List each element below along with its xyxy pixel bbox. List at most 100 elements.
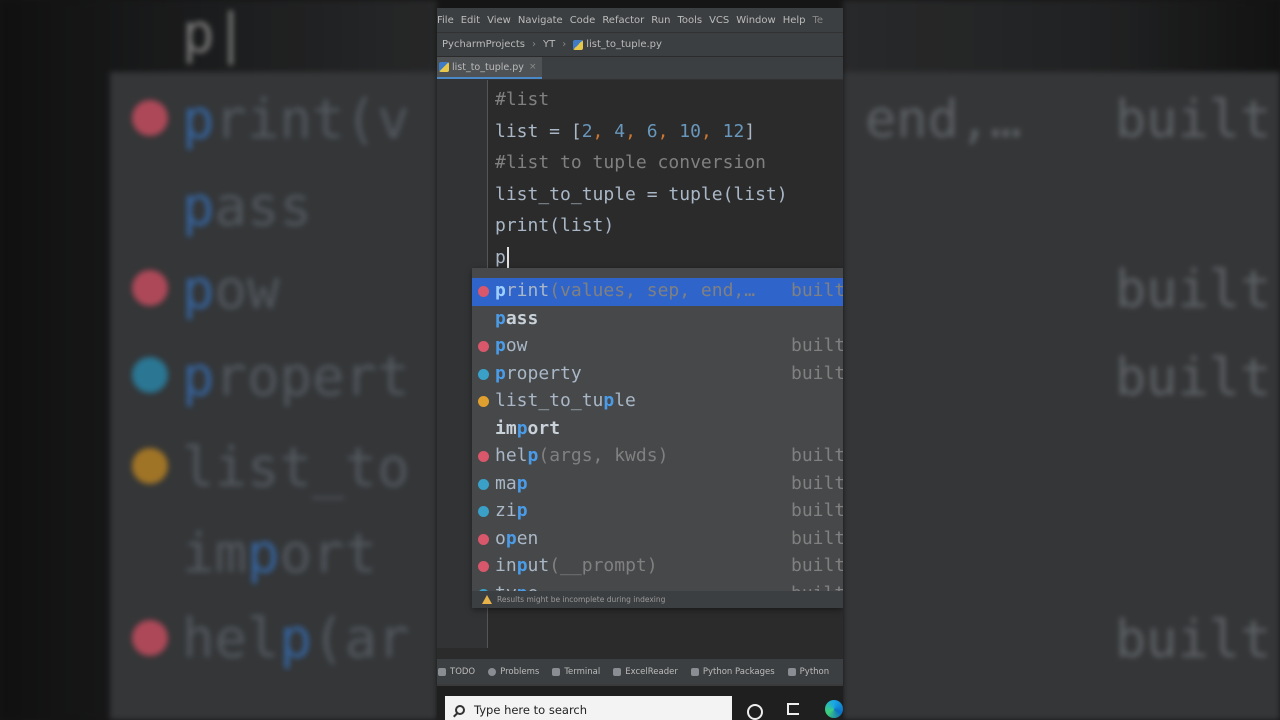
completion-item-label: open [495,527,539,549]
method-icon [478,286,489,297]
menu-navigate[interactable]: Navigate [518,15,563,26]
completion-item-type: built [791,445,843,466]
python-file-icon [573,39,584,50]
tool-window-bar: TODO Problems Terminal ExcelReader Pytho… [437,658,843,685]
bg-dot-icon [132,100,168,136]
edge-browser-icon[interactable] [825,700,843,718]
bg-text: pass [182,175,313,238]
bg-text: built [1115,90,1272,150]
bg-text: built [1115,260,1272,320]
completion-item-label: property [495,362,582,384]
bg-text: built [1115,348,1272,408]
completion-item[interactable]: list_to_tuple [472,388,843,416]
completion-item-type: built [791,335,843,356]
toolwindow-terminal[interactable]: Terminal [552,667,600,677]
bg-text: built [1115,610,1272,670]
method-icon [478,341,489,352]
completion-item[interactable]: open built [472,526,843,554]
completion-item[interactable]: print(values, sep, end,… built [472,278,843,306]
toolwindow-problems[interactable]: Problems [488,667,539,677]
terminal-icon [552,668,561,676]
list-icon [438,668,446,676]
class-icon [478,368,489,380]
breadcrumb-folder[interactable]: YT [543,39,555,50]
toolwindow-python-console[interactable]: Python [787,667,829,677]
completion-item-type: built [791,362,843,384]
task-view-icon[interactable] [787,703,799,715]
chevron-right-icon: › [562,39,567,50]
completion-item-label: zip [495,500,528,521]
variable-icon [478,396,489,407]
tab-list-to-tuple[interactable]: list_to_tuple.py × [437,57,543,79]
class-icon [478,506,489,517]
completion-item[interactable]: pass [472,306,843,334]
blurred-right-panel: end,… built built built built [843,0,1280,720]
cortana-icon[interactable] [747,704,763,720]
breadcrumb-file[interactable]: list_to_tuple.py [586,39,662,50]
completion-item-label: pass [495,307,539,329]
completion-item-label: help(args, kwds) [495,445,669,466]
close-icon[interactable]: × [529,62,537,72]
completion-item-type: built [791,527,843,549]
code-editor[interactable]: #list list = [2, 4, 6, 10, 12] #list to tu… [495,84,788,273]
menu-tools[interactable]: Tools [677,15,702,26]
ide-window: File Edit View Navigate Code Refactor Ru… [437,8,843,720]
completion-item[interactable]: property built [472,361,843,389]
menu-run[interactable]: Run [651,15,670,26]
menu-code[interactable]: Code [570,15,596,26]
bg-dot-icon [132,357,168,393]
method-icon [478,451,489,462]
search-icon [455,705,465,715]
code-line-3: #list to tuple conversion [495,152,766,173]
menu-window[interactable]: Window [736,15,775,26]
completion-item-label: pow [495,335,528,356]
taskbar-search[interactable]: Type here to search [445,696,732,720]
class-icon [478,478,489,490]
menu-truncated[interactable]: Te [813,15,824,26]
menu-vcs[interactable]: VCS [709,15,729,26]
completion-footer-text: Results might be incomplete during index… [497,595,666,604]
code-line-4: list_to_tuple = tuple(list) [495,183,788,205]
menu-file[interactable]: File [437,15,454,26]
toolwindow-todo[interactable]: TODO [438,667,475,677]
completion-item[interactable]: import [472,416,843,444]
completion-item[interactable]: map built [472,471,843,499]
toolwindow-excelreader[interactable]: ExcelReader [613,667,678,677]
python-icon [787,668,796,676]
blurred-left-panel: p| print(v pass pow propert list_to impo… [0,0,437,720]
completion-item-label: print(values, sep, end,… [495,280,756,301]
completion-item[interactable]: help(args, kwds) built [472,443,843,471]
code-line-1: #list [495,89,550,110]
bg-text: help(ar [182,607,410,670]
menu-help[interactable]: Help [783,15,806,26]
chevron-right-icon: › [532,39,537,50]
completion-item-label: list_to_tuple [495,390,636,411]
bg-dot-icon [132,270,168,306]
breadcrumb-project[interactable]: PycharmProjects [442,39,525,50]
completion-footer: Results might be incomplete during index… [472,591,843,608]
editor-tab-bar: list_to_tuple.py × [437,57,843,80]
code-completion-popup: print(values, sep, end,… built pass pow buil… [472,268,843,608]
python-file-icon [439,62,449,72]
completion-item[interactable]: input(__prompt) built [472,553,843,581]
completion-item[interactable]: zip built [472,498,843,526]
completion-item[interactable]: pow built [472,333,843,361]
menu-view[interactable]: View [487,15,511,26]
problems-icon [488,668,497,676]
search-placeholder: Type here to search [474,703,588,717]
toolwindow-python-packages[interactable]: Python Packages [690,667,775,677]
bg-text: pow [182,258,280,321]
completion-item-label: input(__prompt) [495,555,658,576]
completion-item-label: map [495,472,528,494]
menu-refactor[interactable]: Refactor [602,15,644,26]
package-icon [690,668,699,676]
bg-dot-icon [132,448,168,484]
bg-text: propert [182,345,410,408]
bg-text: end,… [865,90,1022,150]
completion-item-label: import [495,417,561,439]
menu-edit[interactable]: Edit [461,15,480,26]
completion-item-type: built [791,555,843,576]
warning-icon [482,595,492,604]
menu-bar: File Edit View Navigate Code Refactor Ru… [437,8,843,32]
text-caret [506,246,509,269]
